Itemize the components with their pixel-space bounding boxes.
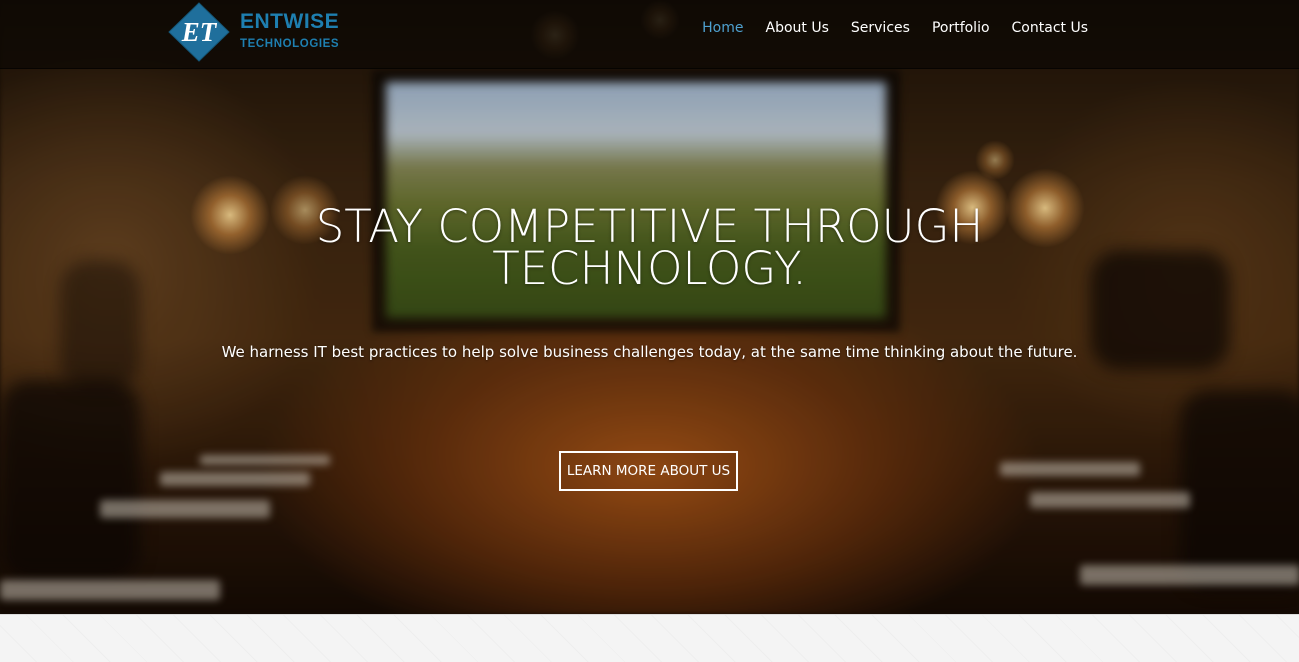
logo-mark-text: ET (181, 17, 218, 47)
hero-title-line-2: TECHNOLOGY. (492, 242, 807, 295)
nav-contact-us[interactable]: Contact Us (1001, 18, 1099, 38)
hero-subtitle: We harness IT best practices to help sol… (221, 343, 1078, 361)
nav-home[interactable]: Home (691, 18, 754, 38)
main-nav: Home About Us Services Portfolio Contact… (691, 18, 1099, 38)
nav-portfolio[interactable]: Portfolio (921, 18, 1001, 38)
content-section (0, 614, 1299, 662)
nav-services[interactable]: Services (840, 18, 921, 38)
hero-section: STAY COMPETITIVE THROUGH TECHNOLOGY. We … (0, 0, 1299, 614)
learn-more-button[interactable]: LEARN MORE ABOUT US (559, 451, 738, 491)
page: STAY COMPETITIVE THROUGH TECHNOLOGY. We … (0, 0, 1299, 662)
logo-diamond-icon: ET (168, 2, 230, 62)
hero-overlay (0, 0, 1299, 614)
nav-about-us[interactable]: About Us (755, 18, 840, 38)
site-header: ET ENTWISE TECHNOLOGIES Home About Us Se… (0, 0, 1299, 69)
site-logo[interactable]: ET ENTWISE TECHNOLOGIES (168, 2, 358, 62)
logo-tagline: TECHNOLOGIES (240, 38, 340, 50)
logo-name: ENTWISE (240, 10, 340, 33)
hero-title: STAY COMPETITIVE THROUGH TECHNOLOGY. (0, 204, 1299, 295)
